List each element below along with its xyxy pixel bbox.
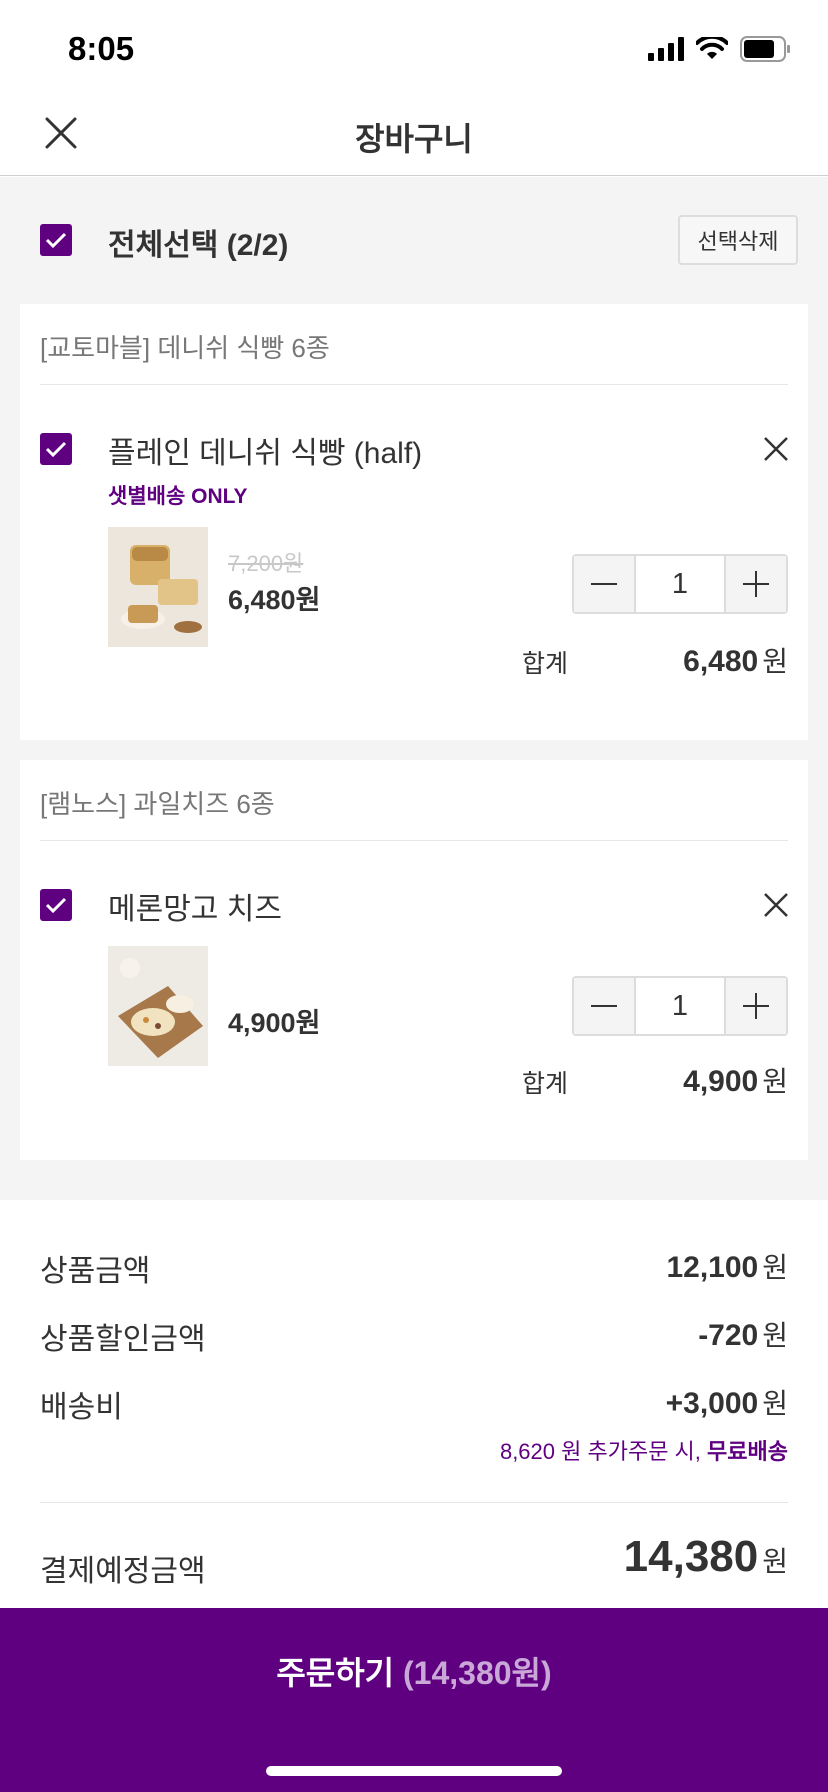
- home-indicator: [266, 1766, 562, 1776]
- remove-item-button[interactable]: [762, 435, 790, 463]
- product-amount-value: 12,100 원: [666, 1246, 788, 1286]
- total-value: 14,380 원: [624, 1532, 788, 1582]
- shipping-value: +3,000 원: [666, 1382, 788, 1422]
- discount-label: 상품할인금액: [40, 1323, 206, 1356]
- plus-icon: [743, 571, 769, 597]
- increase-button[interactable]: [726, 556, 786, 612]
- order-bar: 주문하기 (14,380원): [0, 1608, 828, 1792]
- close-icon: [764, 437, 788, 461]
- shipping-label: 배송비: [40, 1391, 123, 1424]
- quantity-stepper: 1: [572, 976, 788, 1036]
- item-sum-value: 4,900 원: [683, 1060, 788, 1100]
- item-sum-label: 합계: [522, 650, 569, 678]
- delivery-tag: 샛별배송 ONLY: [108, 485, 248, 508]
- quantity-stepper: 1: [572, 554, 788, 614]
- item-name[interactable]: 플레인 데니쉬 식빵 (half): [108, 428, 422, 472]
- quantity-value: 1: [634, 978, 726, 1034]
- status-time: 8:05: [68, 30, 135, 67]
- select-all-label: 전체선택 (2/2): [108, 229, 289, 262]
- delete-selected-button[interactable]: 선택삭제: [678, 215, 798, 265]
- vendor-card: [교토마블] 데니쉬 식빵 6종 플레인 데니쉬 식빵 (half) 샛별배송 …: [20, 304, 808, 740]
- free-shipping-note: 8,620 원 추가주문 시, 무료배송: [500, 1434, 788, 1466]
- nav-bar: 장바구니: [0, 96, 828, 176]
- cellular-signal-icon: [648, 37, 684, 61]
- item-sum-value: 6,480 원: [683, 640, 788, 680]
- product-thumbnail[interactable]: [108, 946, 208, 1066]
- decrease-button[interactable]: [574, 978, 634, 1034]
- check-icon: [45, 897, 67, 914]
- wifi-icon: [696, 37, 728, 59]
- increase-button[interactable]: [726, 978, 786, 1034]
- item-sum-amount: 6,480: [683, 645, 759, 678]
- item-sum-amount: 4,900: [683, 1065, 759, 1098]
- item-sum-label: 합계: [522, 1070, 569, 1098]
- currency-unit: 원: [762, 1388, 788, 1419]
- check-icon: [45, 232, 67, 249]
- minus-icon: [591, 1005, 617, 1007]
- currency-unit: 원: [762, 1066, 788, 1097]
- item-checkbox[interactable]: [40, 433, 72, 465]
- vendor-name: [램노스] 과일치즈 6종: [40, 789, 275, 819]
- decrease-button[interactable]: [574, 556, 634, 612]
- discount-value: -720 원: [698, 1314, 788, 1354]
- free-shipping-label: 무료배송: [707, 1439, 788, 1464]
- currency-unit: 원: [762, 1546, 788, 1577]
- shipping-amount: +3,000: [665, 1387, 759, 1420]
- product-amount-label: 상품금액: [40, 1255, 151, 1288]
- vendor-name: [교토마블] 데니쉬 식빵 6종: [40, 333, 330, 363]
- currency-unit: 원: [762, 1320, 788, 1351]
- cheese-product-image: [108, 946, 208, 1066]
- order-amount: (14,380원): [403, 1655, 552, 1691]
- item-name[interactable]: 메론망고 치즈: [108, 884, 282, 928]
- product-thumbnail[interactable]: [108, 527, 208, 647]
- discount-amount: -720: [698, 1319, 759, 1352]
- vendor-card: [램노스] 과일치즈 6종 메론망고 치즈 4,900원 1 합계 4,900 …: [20, 760, 808, 1160]
- page-title: 장바구니: [355, 121, 473, 157]
- divider: [40, 840, 788, 841]
- divider: [40, 384, 788, 385]
- total-label: 결제예정금액: [40, 1555, 206, 1588]
- order-button[interactable]: 주문하기 (14,380원): [0, 1648, 828, 1694]
- quantity-value: 1: [634, 556, 726, 612]
- divider: [40, 1502, 788, 1503]
- price-summary: 상품금액 12,100 원 상품할인금액 -720 원 배송비 +3,000 원 8,…: [0, 1200, 828, 1608]
- product-amount: 12,100: [666, 1251, 759, 1284]
- sale-price: 4,900원: [228, 1008, 321, 1038]
- minus-icon: [591, 583, 617, 585]
- cart-content: 전체선택 (2/2) 선택삭제 [교토마블] 데니쉬 식빵 6종 플레인 데니쉬…: [0, 177, 828, 1200]
- select-all-row: 전체선택 (2/2) 선택삭제: [0, 177, 828, 303]
- battery-icon: [740, 36, 790, 62]
- currency-unit: 원: [762, 646, 788, 677]
- status-icons: [648, 36, 792, 62]
- check-icon: [45, 441, 67, 458]
- status-bar: 8:05: [0, 0, 828, 96]
- free-shipping-prefix: 8,620 원 추가주문 시,: [499, 1439, 701, 1464]
- remove-item-button[interactable]: [762, 891, 790, 919]
- select-all-checkbox[interactable]: [40, 224, 72, 256]
- close-icon: [764, 893, 788, 917]
- plus-icon: [743, 993, 769, 1019]
- sale-price: 6,480원: [228, 585, 321, 615]
- total-amount: 14,380: [623, 1532, 759, 1581]
- order-label: 주문하기: [276, 1655, 395, 1691]
- original-price: 7,200원: [228, 551, 304, 576]
- bread-product-image: [108, 527, 208, 647]
- currency-unit: 원: [762, 1252, 788, 1283]
- item-checkbox[interactable]: [40, 889, 72, 921]
